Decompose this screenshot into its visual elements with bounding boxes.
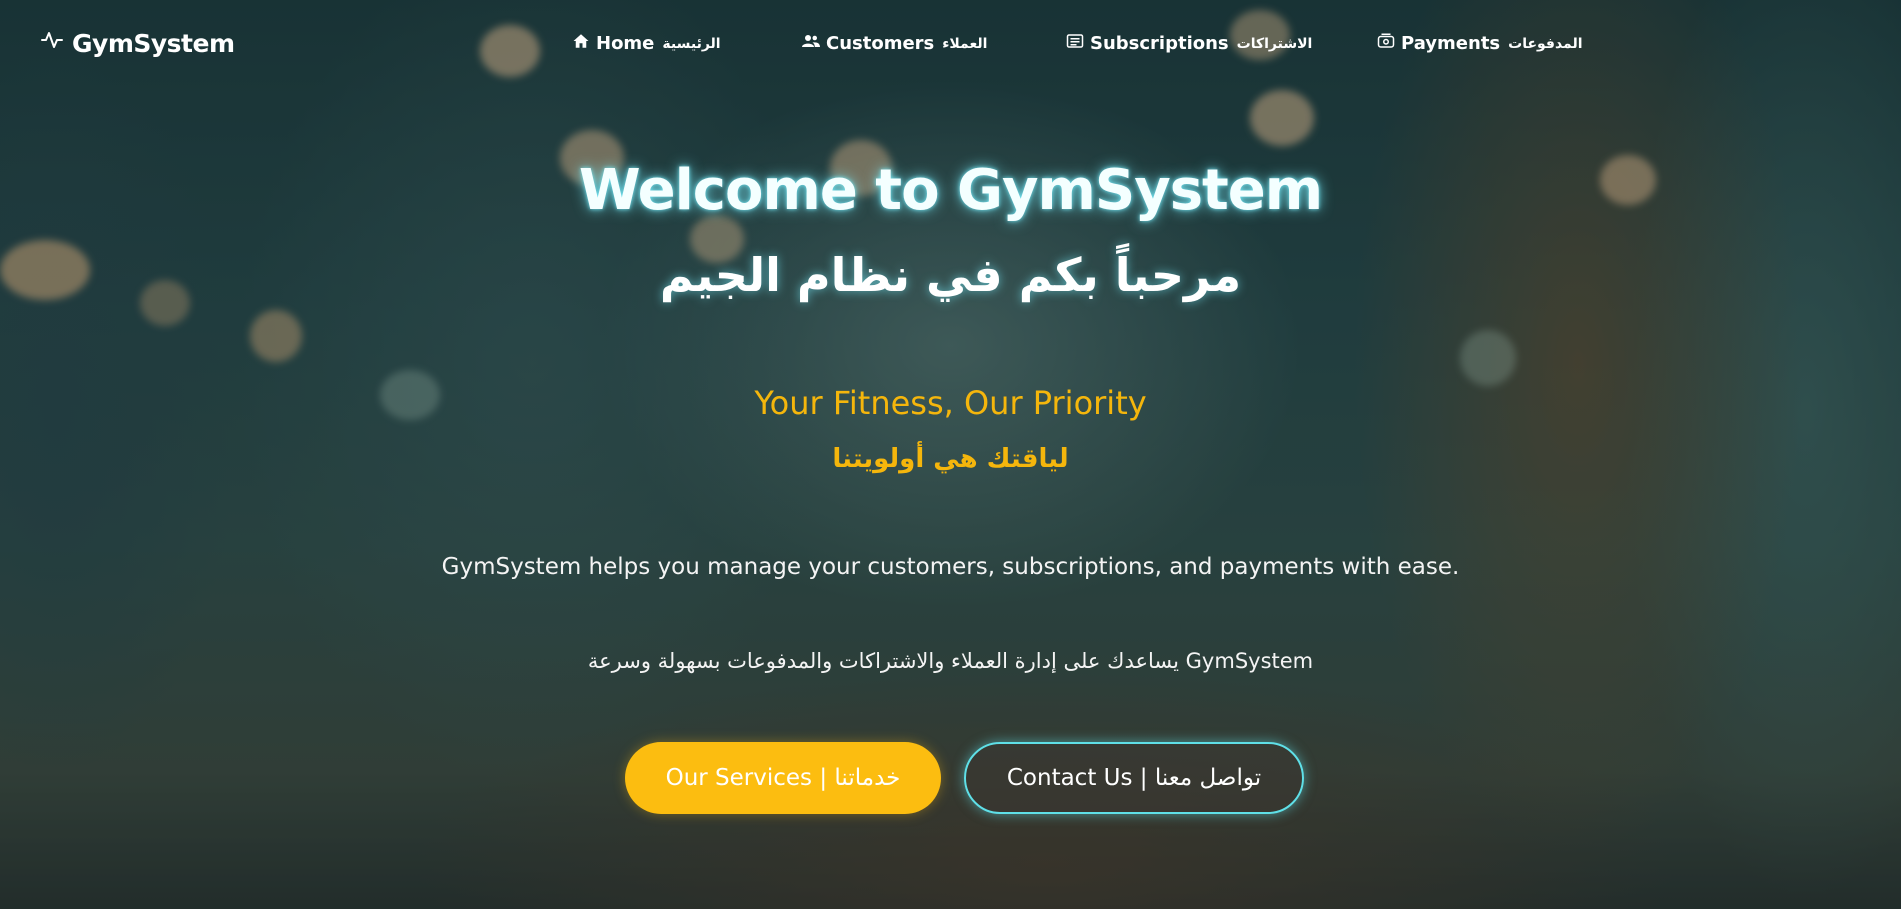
nav-item-subscriptions[interactable]: Subscriptions الاشتراكات — [1066, 32, 1312, 55]
hero-title-en: Welcome to GymSystem — [578, 158, 1323, 223]
money-icon — [1377, 32, 1395, 55]
nav-label-en: Customers — [826, 33, 935, 54]
nav-item-payments[interactable]: Payments المدفوعات — [1377, 32, 1583, 55]
hero-title-ar: مرحباً بكم في نظام الجيم — [659, 248, 1242, 302]
nav-label-en: Payments — [1401, 33, 1501, 54]
hero-description-ar: GymSystem يساعدك على إدارة العملاء والاش… — [587, 649, 1314, 673]
activity-pulse-icon — [40, 28, 64, 58]
nav-item-home[interactable]: Home الرئيسية — [572, 32, 721, 55]
nav-item-customers[interactable]: Customers العملاء — [802, 32, 987, 55]
nav-label-ar: المدفوعات — [1508, 35, 1583, 52]
users-icon — [802, 32, 820, 55]
nav-label-ar: الاشتراكات — [1236, 35, 1313, 52]
nav-label-en: Home — [596, 33, 655, 54]
nav-label-ar: الرئيسية — [662, 35, 721, 52]
hero-description-en: GymSystem helps you manage your customer… — [441, 554, 1460, 580]
nav-label-ar: العملاء — [942, 35, 988, 52]
nav-label-en: Subscriptions — [1090, 33, 1229, 54]
hero-background: GymSystem Home الرئيسية Customers العملا… — [0, 0, 1901, 909]
top-navbar: GymSystem Home الرئيسية Customers العملا… — [0, 0, 1901, 90]
brand-logo[interactable]: GymSystem — [40, 28, 235, 58]
hero-tagline-en: Your Fitness, Our Priority — [754, 384, 1147, 422]
hero-tagline-ar: لياقتك هي أولويتنا — [832, 444, 1069, 474]
list-card-icon — [1066, 32, 1084, 55]
home-icon — [572, 32, 590, 55]
our-services-button[interactable]: Our Services | خدماتنا — [625, 742, 941, 814]
contact-us-button[interactable]: Contact Us | تواصل معنا — [964, 742, 1304, 814]
brand-name: GymSystem — [72, 28, 235, 58]
